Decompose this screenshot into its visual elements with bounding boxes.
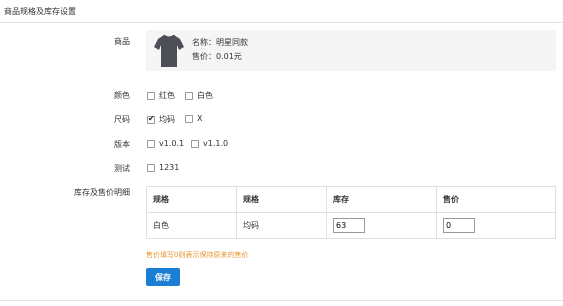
stock-input[interactable] <box>333 218 365 233</box>
option-onesize[interactable]: 均码 <box>147 114 175 125</box>
page-title: 商品规格及库存设置 <box>4 7 76 16</box>
option-v110-label: v1.1.0 <box>203 139 229 148</box>
option-x[interactable]: X <box>185 114 202 123</box>
option-white[interactable]: 白色 <box>185 90 213 101</box>
checkbox-x[interactable] <box>185 114 193 123</box>
spec-label-test: 测试 <box>114 164 130 173</box>
option-1231[interactable]: 1231 <box>147 163 179 172</box>
checkbox-white[interactable] <box>185 91 193 100</box>
tshirt-image <box>154 34 184 67</box>
checkbox-1231[interactable] <box>147 163 155 172</box>
product-card: 名称：明星同款 售价：0.01元 <box>146 30 556 71</box>
option-red-label: 红色 <box>159 91 175 100</box>
checkbox-onesize[interactable] <box>147 114 155 124</box>
option-onesize-label: 均码 <box>159 115 175 124</box>
column-header-price: 售价 <box>436 186 556 213</box>
option-1231-label: 1231 <box>159 163 180 172</box>
cell-stock <box>326 212 437 239</box>
spec-label-color: 颜色 <box>114 91 130 100</box>
price-input[interactable] <box>443 218 475 233</box>
table-header-row: 规格 规格 库存 售价 <box>146 186 556 213</box>
page-header: 商品规格及库存设置 <box>0 0 563 23</box>
product-label: 商品 <box>114 37 130 46</box>
detail-label: 库存及售价明细 <box>74 188 130 197</box>
cell-color: 白色 <box>146 212 237 239</box>
option-red[interactable]: 红色 <box>147 90 175 101</box>
cell-price <box>436 212 556 239</box>
option-x-label: X <box>197 114 203 123</box>
product-name: 名称：明星同款 <box>192 38 248 47</box>
column-header-spec-2: 规格 <box>236 186 327 213</box>
column-header-spec-1: 规格 <box>146 186 237 213</box>
cell-size: 均码 <box>236 212 327 239</box>
option-v101-label: v1.0.1 <box>159 139 185 148</box>
option-white-label: 白色 <box>197 91 213 100</box>
footer-divider <box>0 300 563 301</box>
option-v110[interactable]: v1.1.0 <box>191 139 228 148</box>
save-button[interactable]: 保存 <box>146 268 180 286</box>
stock-price-table: 规格 规格 库存 售价 白色 均码 <box>146 186 556 239</box>
checkbox-v101[interactable] <box>147 139 155 148</box>
spec-label-size: 尺码 <box>114 115 130 124</box>
checkbox-v110[interactable] <box>191 139 199 148</box>
spec-label-version: 版本 <box>114 140 130 149</box>
product-price: 售价：0.01元 <box>192 52 242 61</box>
price-hint: 售价填写0则表示保持原来的售价 <box>146 251 249 259</box>
checkbox-red[interactable] <box>147 91 155 100</box>
option-v101[interactable]: v1.0.1 <box>147 139 184 148</box>
column-header-stock: 库存 <box>326 186 437 213</box>
table-row: 白色 均码 <box>146 212 556 239</box>
